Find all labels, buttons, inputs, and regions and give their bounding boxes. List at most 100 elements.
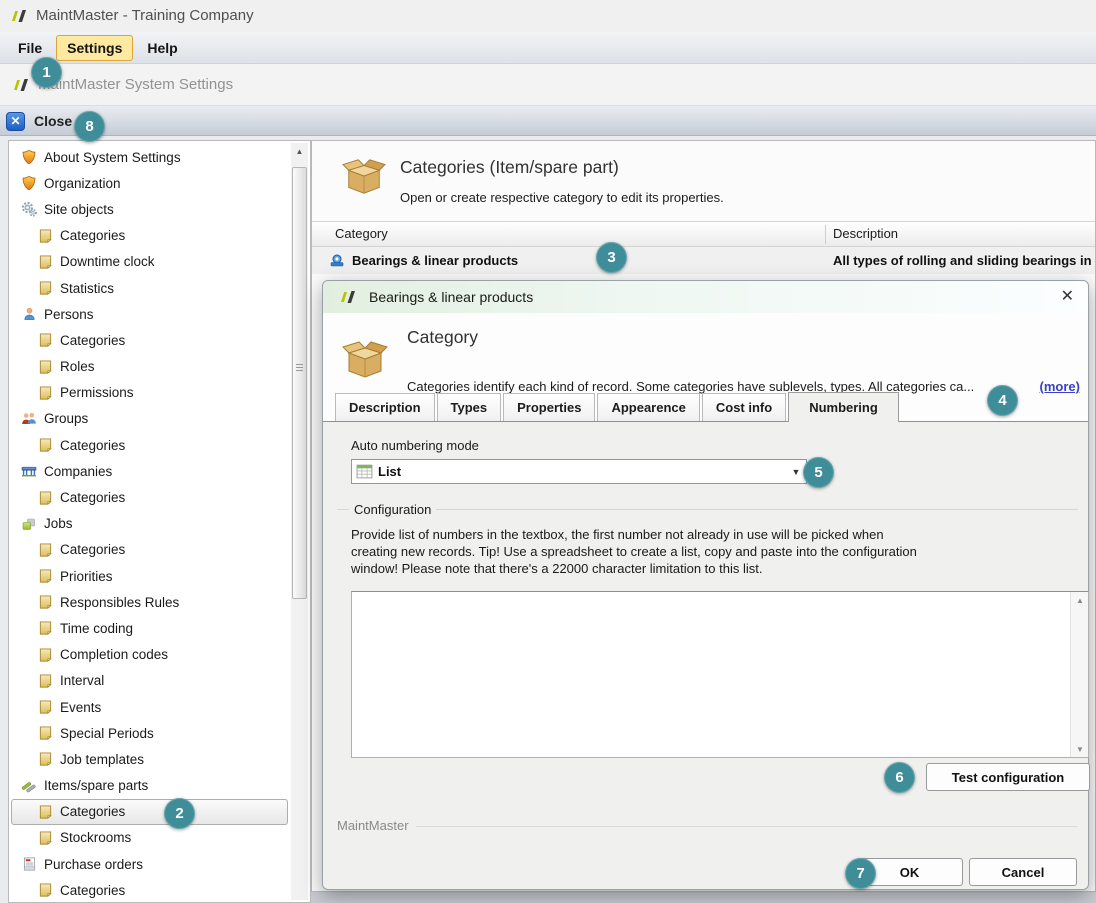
sidebar-item-categories[interactable]: Categories <box>11 432 288 458</box>
sidebar-item-label: Events <box>60 700 101 715</box>
sidebar-item-stockrooms[interactable]: Stockrooms <box>11 825 288 851</box>
sidebar-item-statistics[interactable]: Statistics <box>11 275 288 301</box>
sidebar-item-groups[interactable]: Groups <box>11 406 288 432</box>
menu-bar: File Settings Help <box>0 32 1096 64</box>
sidebar-item-categories[interactable]: Categories <box>11 799 288 825</box>
sidebar-item-label: Organization <box>44 176 121 191</box>
sidebar-item-items-spare-parts[interactable]: Items/spare parts <box>11 773 288 799</box>
app-window: MaintMaster - Training Company File Sett… <box>0 0 1096 903</box>
scrollbar-down-arrow-icon[interactable]: ▼ <box>1071 741 1089 757</box>
footer-group-label: MaintMaster <box>337 818 416 833</box>
sidebar-item-label: Priorities <box>60 569 113 584</box>
note-icon <box>36 437 54 454</box>
sidebar-item-completion-codes[interactable]: Completion codes <box>11 642 288 668</box>
sidebar-item-categories[interactable]: Categories <box>11 537 288 563</box>
scrollbar-up-arrow-icon[interactable]: ▲ <box>291 143 308 159</box>
test-configuration-button[interactable]: Test configuration <box>926 763 1090 791</box>
sidebar-item-categories[interactable]: Categories <box>11 223 288 249</box>
auto-numbering-value: List <box>378 464 786 479</box>
sidebar-item-categories[interactable]: Categories <box>11 327 288 353</box>
table-row[interactable]: Bearings & linear products All types of … <box>312 247 1096 274</box>
scrollbar-thumb[interactable] <box>292 167 307 599</box>
textarea-scrollbar[interactable]: ▲ ▼ <box>1070 592 1088 757</box>
sidebar-item-purchase-orders[interactable]: Purchase orders <box>11 851 288 877</box>
jobs-icon <box>20 515 38 532</box>
tab-properties[interactable]: Properties <box>503 393 595 421</box>
menu-item-file[interactable]: File <box>8 36 52 60</box>
sidebar-item-roles[interactable]: Roles <box>11 354 288 380</box>
tab-numbering[interactable]: Numbering <box>788 392 899 422</box>
maintmaster-logo-icon <box>8 8 30 24</box>
column-divider <box>825 225 826 244</box>
sidebar-item-time-coding[interactable]: Time coding <box>11 615 288 641</box>
sidebar-item-site-objects[interactable]: Site objects <box>11 196 288 222</box>
sidebar-item-priorities[interactable]: Priorities <box>11 563 288 589</box>
note-icon <box>36 803 54 820</box>
sidebar-item-label: About System Settings <box>44 150 181 165</box>
note-icon <box>36 672 54 689</box>
note-icon <box>36 384 54 401</box>
box-icon <box>341 337 389 386</box>
list-grid-icon <box>356 464 373 479</box>
row-category-name: Bearings & linear products <box>352 247 518 274</box>
row-description: All types of rolling and sliding bearing… <box>833 247 1096 274</box>
sidebar-scrollbar[interactable]: ▲ <box>291 143 308 900</box>
window-bottom-edge <box>311 892 1096 903</box>
footer-groupbox: MaintMaster <box>337 826 1078 827</box>
sidebar-item-label: Categories <box>60 333 125 348</box>
note-icon <box>36 332 54 349</box>
configuration-textarea[interactable] <box>352 592 1070 757</box>
sidebar-item-special-periods[interactable]: Special Periods <box>11 720 288 746</box>
sidebar-item-categories[interactable]: Categories <box>11 877 288 903</box>
sidebar-item-downtime-clock[interactable]: Downtime clock <box>11 249 288 275</box>
sidebar-item-label: Statistics <box>60 281 114 296</box>
sidebar-item-job-templates[interactable]: Job templates <box>11 746 288 772</box>
sidebar-item-companies[interactable]: Companies <box>11 458 288 484</box>
tab-appearence[interactable]: Appearence <box>597 393 699 421</box>
sidebar-item-label: Groups <box>44 411 88 426</box>
menu-item-settings[interactable]: Settings <box>56 35 133 61</box>
sidebar-item-events[interactable]: Events <box>11 694 288 720</box>
menu-item-help[interactable]: Help <box>137 36 187 60</box>
sidebar-item-label: Categories <box>60 542 125 557</box>
sidebar-item-interval[interactable]: Interval <box>11 668 288 694</box>
sidebar-item-about-system-settings[interactable]: About System Settings <box>11 144 288 170</box>
auto-numbering-label: Auto numbering mode <box>351 438 479 453</box>
page-title: MaintMaster System Settings <box>38 64 233 106</box>
close-button[interactable]: ✕ Close <box>6 109 72 133</box>
sidebar-item-label: Categories <box>60 490 125 505</box>
sidebar-item-permissions[interactable]: Permissions <box>11 380 288 406</box>
sidebar-item-jobs[interactable]: Jobs <box>11 511 288 537</box>
bearing-icon <box>330 253 344 272</box>
step-badge-2: 2 <box>164 798 195 829</box>
sidebar-item-label: Responsibles Rules <box>60 595 179 610</box>
close-icon: ✕ <box>6 112 25 131</box>
dialog-tabs: DescriptionTypesPropertiesAppearenceCost… <box>335 393 899 422</box>
panel-subtitle: Open or create respective category to ed… <box>400 190 724 205</box>
sidebar-item-categories[interactable]: Categories <box>11 484 288 510</box>
dialog-title-bar: Bearings & linear products ✕ <box>323 281 1088 313</box>
column-header-category[interactable]: Category <box>335 222 388 246</box>
note-icon <box>36 253 54 270</box>
sidebar-item-label: Jobs <box>44 516 73 531</box>
dialog-close-icon[interactable]: ✕ <box>1061 281 1074 313</box>
step-badge-3: 3 <box>596 242 627 273</box>
sidebar-item-persons[interactable]: Persons <box>11 301 288 327</box>
sidebar-item-label: Stockrooms <box>60 830 131 845</box>
auto-numbering-combobox[interactable]: List ▼ <box>351 459 807 484</box>
cancel-button[interactable]: Cancel <box>969 858 1077 886</box>
tab-description[interactable]: Description <box>335 393 435 421</box>
toolbar: ✕ Close <box>0 106 1096 136</box>
column-header-description[interactable]: Description <box>833 222 898 246</box>
note-icon <box>36 882 54 899</box>
more-link[interactable]: (more) <box>1040 379 1080 394</box>
tab-types[interactable]: Types <box>437 393 502 421</box>
sidebar-item-organization[interactable]: Organization <box>11 170 288 196</box>
sidebar-item-responsibles-rules[interactable]: Responsibles Rules <box>11 589 288 615</box>
gears-icon <box>20 201 38 218</box>
sidebar-item-label: Categories <box>60 228 125 243</box>
shield-icon <box>20 149 38 166</box>
scrollbar-up-arrow-icon[interactable]: ▲ <box>1071 592 1089 608</box>
tab-cost-info[interactable]: Cost info <box>702 393 786 421</box>
person-icon <box>20 306 38 323</box>
